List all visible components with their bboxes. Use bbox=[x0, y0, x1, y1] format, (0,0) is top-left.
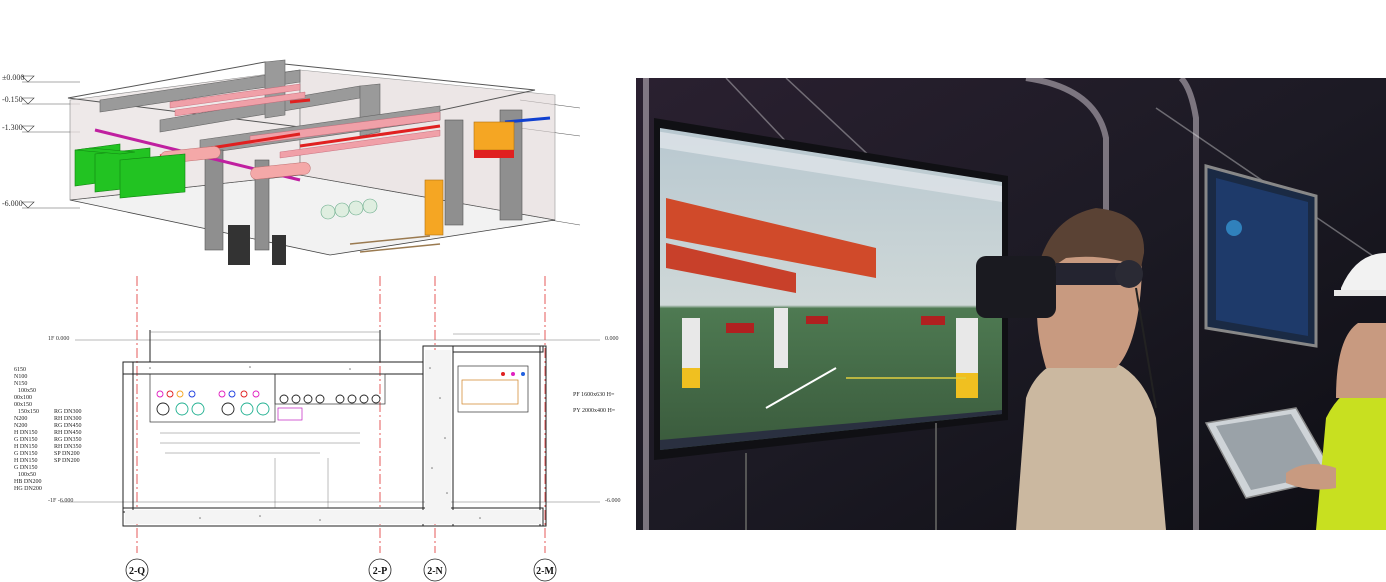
note: 00x100 bbox=[14, 395, 32, 401]
note: RH DN300 bbox=[54, 416, 82, 422]
note: RG DN350 bbox=[54, 437, 82, 443]
note: G DN150 bbox=[14, 465, 38, 471]
level-bottom-right: -6.000 bbox=[605, 498, 621, 504]
level-label: -0.150 bbox=[2, 95, 23, 104]
note: H DN150 bbox=[14, 458, 38, 464]
note: N100 bbox=[14, 374, 27, 380]
structure-outline bbox=[122, 330, 547, 527]
level-label: -1.300 bbox=[2, 123, 23, 132]
note: 150x150 bbox=[18, 409, 39, 415]
grid-axis-bubbles: 2-Q 2-P 2-N 2-M bbox=[125, 558, 557, 582]
axis-label: 2-P bbox=[373, 566, 387, 577]
isometric-bim-model: ±0.000 -0.150 -1.300 -6.000 bbox=[2, 59, 581, 265]
axis-label: 2-Q bbox=[129, 566, 145, 577]
note: G DN150 bbox=[14, 451, 38, 457]
note: RH DN450 bbox=[54, 430, 82, 436]
dimension-lines bbox=[150, 331, 540, 508]
section-drawing: 1F 0.000 0.000 -1F -6.000 -6.000 6150 N1… bbox=[14, 276, 621, 582]
level-top-right: 0.000 bbox=[605, 336, 619, 342]
note: RG DN300 bbox=[54, 409, 82, 415]
note: N200 bbox=[14, 423, 27, 429]
pipe-circles-color bbox=[156, 372, 525, 398]
note: G DN150 bbox=[14, 437, 38, 443]
garage-column bbox=[774, 308, 788, 368]
note: RH DN350 bbox=[54, 444, 82, 450]
right-notes: PF 1600x630 H= PY 2000x400 H= bbox=[573, 392, 616, 414]
note: SP DN200 bbox=[54, 451, 80, 457]
axis-label: 2-N bbox=[427, 566, 443, 577]
note: PF 1600x630 H= bbox=[573, 392, 615, 398]
level-bottom-left: -1F -6.000 bbox=[48, 498, 73, 504]
vr-monitor bbox=[654, 118, 1008, 460]
left-notes: 6150 N100 N150 100x50 00x100 00x150 150x… bbox=[14, 367, 42, 492]
vr-review-photo bbox=[636, 78, 1386, 530]
right-display bbox=[1204, 164, 1318, 348]
note: 100x50 bbox=[18, 472, 36, 478]
note: 100x50 bbox=[18, 388, 36, 394]
note: HG DN200 bbox=[14, 486, 42, 492]
level-lines bbox=[60, 339, 600, 503]
note: 6150 bbox=[14, 367, 26, 373]
note: 00x150 bbox=[14, 402, 32, 408]
level-label: ±0.000 bbox=[2, 73, 24, 82]
axis-label: 2-M bbox=[536, 566, 554, 577]
note: H DN150 bbox=[14, 430, 38, 436]
vr-headset bbox=[976, 256, 1056, 318]
note: N150 bbox=[14, 381, 27, 387]
note: SP DN200 bbox=[54, 458, 80, 464]
note: HB DN200 bbox=[14, 479, 42, 485]
level-top-left: 1F 0.000 bbox=[48, 336, 69, 342]
note: N200 bbox=[14, 416, 27, 422]
level-label: -6.000 bbox=[2, 199, 23, 208]
pipe-circles-teal bbox=[175, 402, 270, 416]
note: RG DN450 bbox=[54, 423, 82, 429]
mid-notes: RG DN300 RH DN300 RG DN450 RH DN450 RG D… bbox=[54, 409, 82, 464]
note: PY 2000x400 H= bbox=[573, 408, 616, 414]
note: H DN150 bbox=[14, 444, 38, 450]
concrete-stipple bbox=[125, 350, 541, 524]
